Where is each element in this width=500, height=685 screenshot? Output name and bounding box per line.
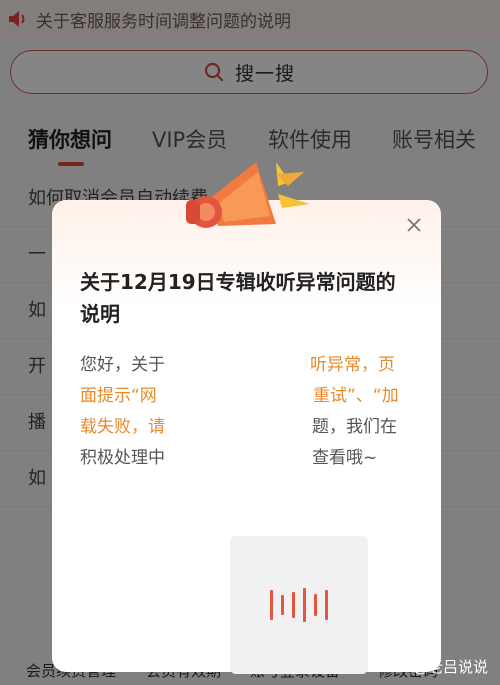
- body-text-highlight: 重试”、“加: [313, 386, 399, 406]
- close-icon[interactable]: [403, 214, 425, 236]
- megaphone-icon: [186, 162, 310, 228]
- body-text-highlight: 面提示“网: [80, 386, 157, 406]
- loading-bar: [314, 594, 317, 616]
- body-text: 题，我们在: [312, 417, 397, 437]
- loading-bar: [281, 595, 284, 615]
- dialog-title: 关于12月19日专辑收听异常问题的说明: [80, 270, 396, 326]
- loading-bar: [292, 592, 295, 618]
- body-text: 查看哦~: [312, 448, 378, 468]
- loading-indicator: [230, 536, 368, 674]
- announcement-dialog: 关于12月19日专辑收听异常问题的说明 您好，关于 听异常，页 面提示“网 重试…: [52, 200, 441, 674]
- body-text: 积极处理中: [80, 448, 165, 468]
- body-text: 您好，关于: [80, 355, 165, 375]
- watermark: @老吕说说: [412, 658, 488, 676]
- loading-bar: [270, 590, 273, 620]
- loading-bar: [325, 590, 328, 620]
- body-text-highlight: 载失败，请: [80, 417, 165, 437]
- body-text-highlight: 听异常，页: [310, 355, 395, 375]
- loading-bar: [303, 588, 306, 622]
- dialog-body: 您好，关于 听异常，页 面提示“网 重试”、“加 载失败，请 题，我们在 积极处…: [80, 350, 410, 474]
